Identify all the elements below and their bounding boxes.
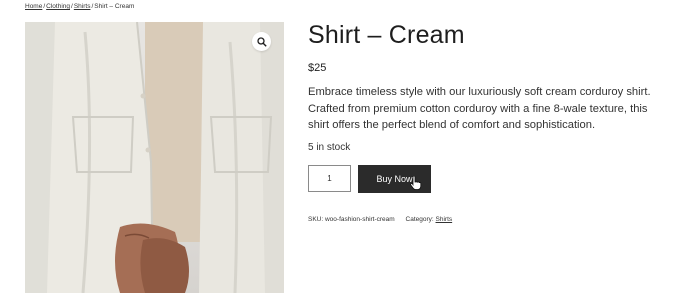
breadcrumb-separator: / [43,3,46,10]
breadcrumb-separator: / [71,3,73,10]
stock-status: 5 in stock [308,142,351,153]
product-meta: SKU: woo-fashion-shirt-cream Category: S… [308,216,452,223]
breadcrumb-current: Shirt – Cream [94,3,135,10]
sku-label: SKU: [308,216,324,223]
product-price: $25 [308,62,327,74]
product-photo-illustration [25,22,284,293]
breadcrumb: Home/Clothing/Shirts/Shirt – Cream [25,3,134,10]
breadcrumb-shirts-link[interactable]: Shirts [74,3,91,10]
breadcrumb-home-link[interactable]: Home [25,3,42,10]
breadcrumb-separator: / [91,3,94,10]
category-label: Category: [405,216,434,223]
breadcrumb-clothing-link[interactable]: Clothing [46,3,70,10]
quantity-input[interactable] [308,165,351,192]
hand-pointer-icon [410,176,422,190]
category-link[interactable]: Shirts [436,216,453,223]
magnifier-icon [256,36,267,47]
product-title: Shirt – Cream [308,21,465,49]
sku-value: woo-fashion-shirt-cream [324,216,395,223]
product-description: Embrace timeless style with our luxuriou… [308,86,651,131]
zoom-button[interactable] [252,32,271,51]
product-image[interactable] [25,22,284,293]
